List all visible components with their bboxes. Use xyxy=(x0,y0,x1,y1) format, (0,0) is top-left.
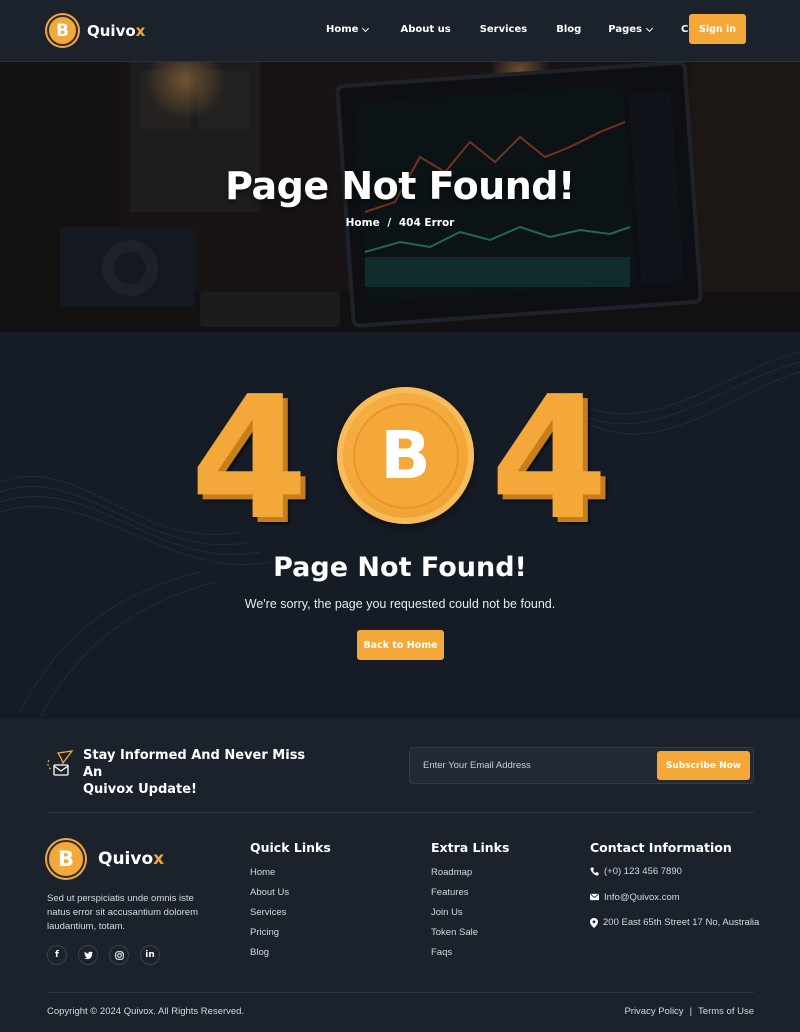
bitcoin-logo-icon: B xyxy=(47,15,78,46)
sign-in-button[interactable]: Sign in xyxy=(689,14,746,44)
paper-plane-mail-icon xyxy=(47,750,74,776)
footer-link-faqs[interactable]: Faqs xyxy=(431,947,478,967)
footer-link-join-us[interactable]: Join Us xyxy=(431,907,478,927)
error-digit-left: 4 xyxy=(190,360,309,558)
contact-email[interactable]: Info@Quivox.com xyxy=(590,892,759,918)
extra-links-list: Roadmap Features Join Us Token Sale Faqs xyxy=(431,867,478,967)
linkedin-icon[interactable]: in xyxy=(140,945,160,965)
facebook-icon[interactable]: f xyxy=(47,945,67,965)
contact-info-title: Contact Information xyxy=(590,840,732,855)
email-input[interactable] xyxy=(410,748,650,783)
contact-info-list: (+0) 123 456 7890 Info@Quivox.com 200 Ea… xyxy=(590,866,759,943)
nav-services[interactable]: Services xyxy=(480,24,528,35)
brand-name: Quivox xyxy=(98,849,165,869)
bitcoin-coin-icon: B xyxy=(337,387,474,524)
footer-link-pricing[interactable]: Pricing xyxy=(250,927,289,947)
error-digit-right: 4 xyxy=(490,360,609,558)
newsletter-title: Stay Informed And Never Miss An Quivox U… xyxy=(83,748,306,797)
quick-links-title: Quick Links xyxy=(250,840,331,855)
error-title: Page Not Found! xyxy=(273,552,527,583)
hero-banner: Page Not Found! Home / 404 Error xyxy=(0,62,800,332)
brand-logo[interactable]: B Quivox xyxy=(47,15,145,46)
nav-blog[interactable]: Blog xyxy=(556,24,581,35)
twitter-icon[interactable] xyxy=(78,945,98,965)
nav-about-us[interactable]: About us xyxy=(400,24,450,35)
footer-bottom-divider xyxy=(47,992,754,993)
error-section: 4 B 4 Page Not Found! We're sorry, the p… xyxy=(0,332,800,719)
contact-phone[interactable]: (+0) 123 456 7890 xyxy=(590,866,759,892)
privacy-policy-link[interactable]: Privacy Policy xyxy=(624,1006,683,1017)
footer-link-about-us[interactable]: About Us xyxy=(250,887,289,907)
legal-links: Privacy Policy | Terms of Use xyxy=(624,1006,754,1017)
footer-link-services[interactable]: Services xyxy=(250,907,289,927)
breadcrumb-current: 404 Error xyxy=(398,217,455,229)
footer-link-token-sale[interactable]: Token Sale xyxy=(431,927,478,947)
nav-pages[interactable]: Pages xyxy=(608,24,654,35)
page-title: Page Not Found! xyxy=(225,164,575,208)
contact-address: 200 East 65th Street 17 No, Australia xyxy=(590,917,759,943)
breadcrumb: Home / 404 Error xyxy=(0,217,800,229)
footer-link-features[interactable]: Features xyxy=(431,887,478,907)
top-navbar: B Quivox Home About us Services Blog Pag… xyxy=(0,0,800,62)
envelope-icon xyxy=(590,893,599,900)
terms-of-use-link[interactable]: Terms of Use xyxy=(698,1006,754,1017)
breadcrumb-home-link[interactable]: Home xyxy=(346,217,380,229)
copyright-text: Copyright © 2024 Quivox. All Rights Rese… xyxy=(47,1006,245,1017)
newsletter-form: Subscribe Now xyxy=(409,747,754,784)
footer-link-home[interactable]: Home xyxy=(250,867,289,887)
social-links: f in xyxy=(47,945,171,965)
nav-home[interactable]: Home xyxy=(326,24,370,35)
footer: Stay Informed And Never Miss An Quivox U… xyxy=(0,719,800,1032)
map-pin-icon xyxy=(590,918,598,928)
back-to-home-button[interactable]: Back to Home xyxy=(357,630,444,660)
legal-separator: | xyxy=(689,1006,693,1017)
quick-links-list: Home About Us Services Pricing Blog xyxy=(250,867,289,967)
footer-link-roadmap[interactable]: Roadmap xyxy=(431,867,478,887)
footer-description: Sed ut perspiciatis unde omnis iste natu… xyxy=(47,893,199,932)
chevron-down-icon xyxy=(645,24,654,32)
main-menu: Home About us Services Blog Pages Contac… xyxy=(326,24,725,35)
error-message: We're sorry, the page you requested coul… xyxy=(244,597,556,611)
brand-name: Quivox xyxy=(87,21,146,40)
bitcoin-logo-icon: B xyxy=(47,840,85,878)
subscribe-button[interactable]: Subscribe Now xyxy=(657,751,750,780)
instagram-icon[interactable] xyxy=(109,945,129,965)
extra-links-title: Extra Links xyxy=(431,840,510,855)
footer-brand-logo[interactable]: B Quivox xyxy=(47,840,164,878)
phone-icon xyxy=(590,867,599,876)
chevron-down-icon xyxy=(362,24,370,32)
footer-link-blog[interactable]: Blog xyxy=(250,947,289,967)
footer-divider xyxy=(47,812,754,813)
breadcrumb-separator: / xyxy=(387,217,392,229)
